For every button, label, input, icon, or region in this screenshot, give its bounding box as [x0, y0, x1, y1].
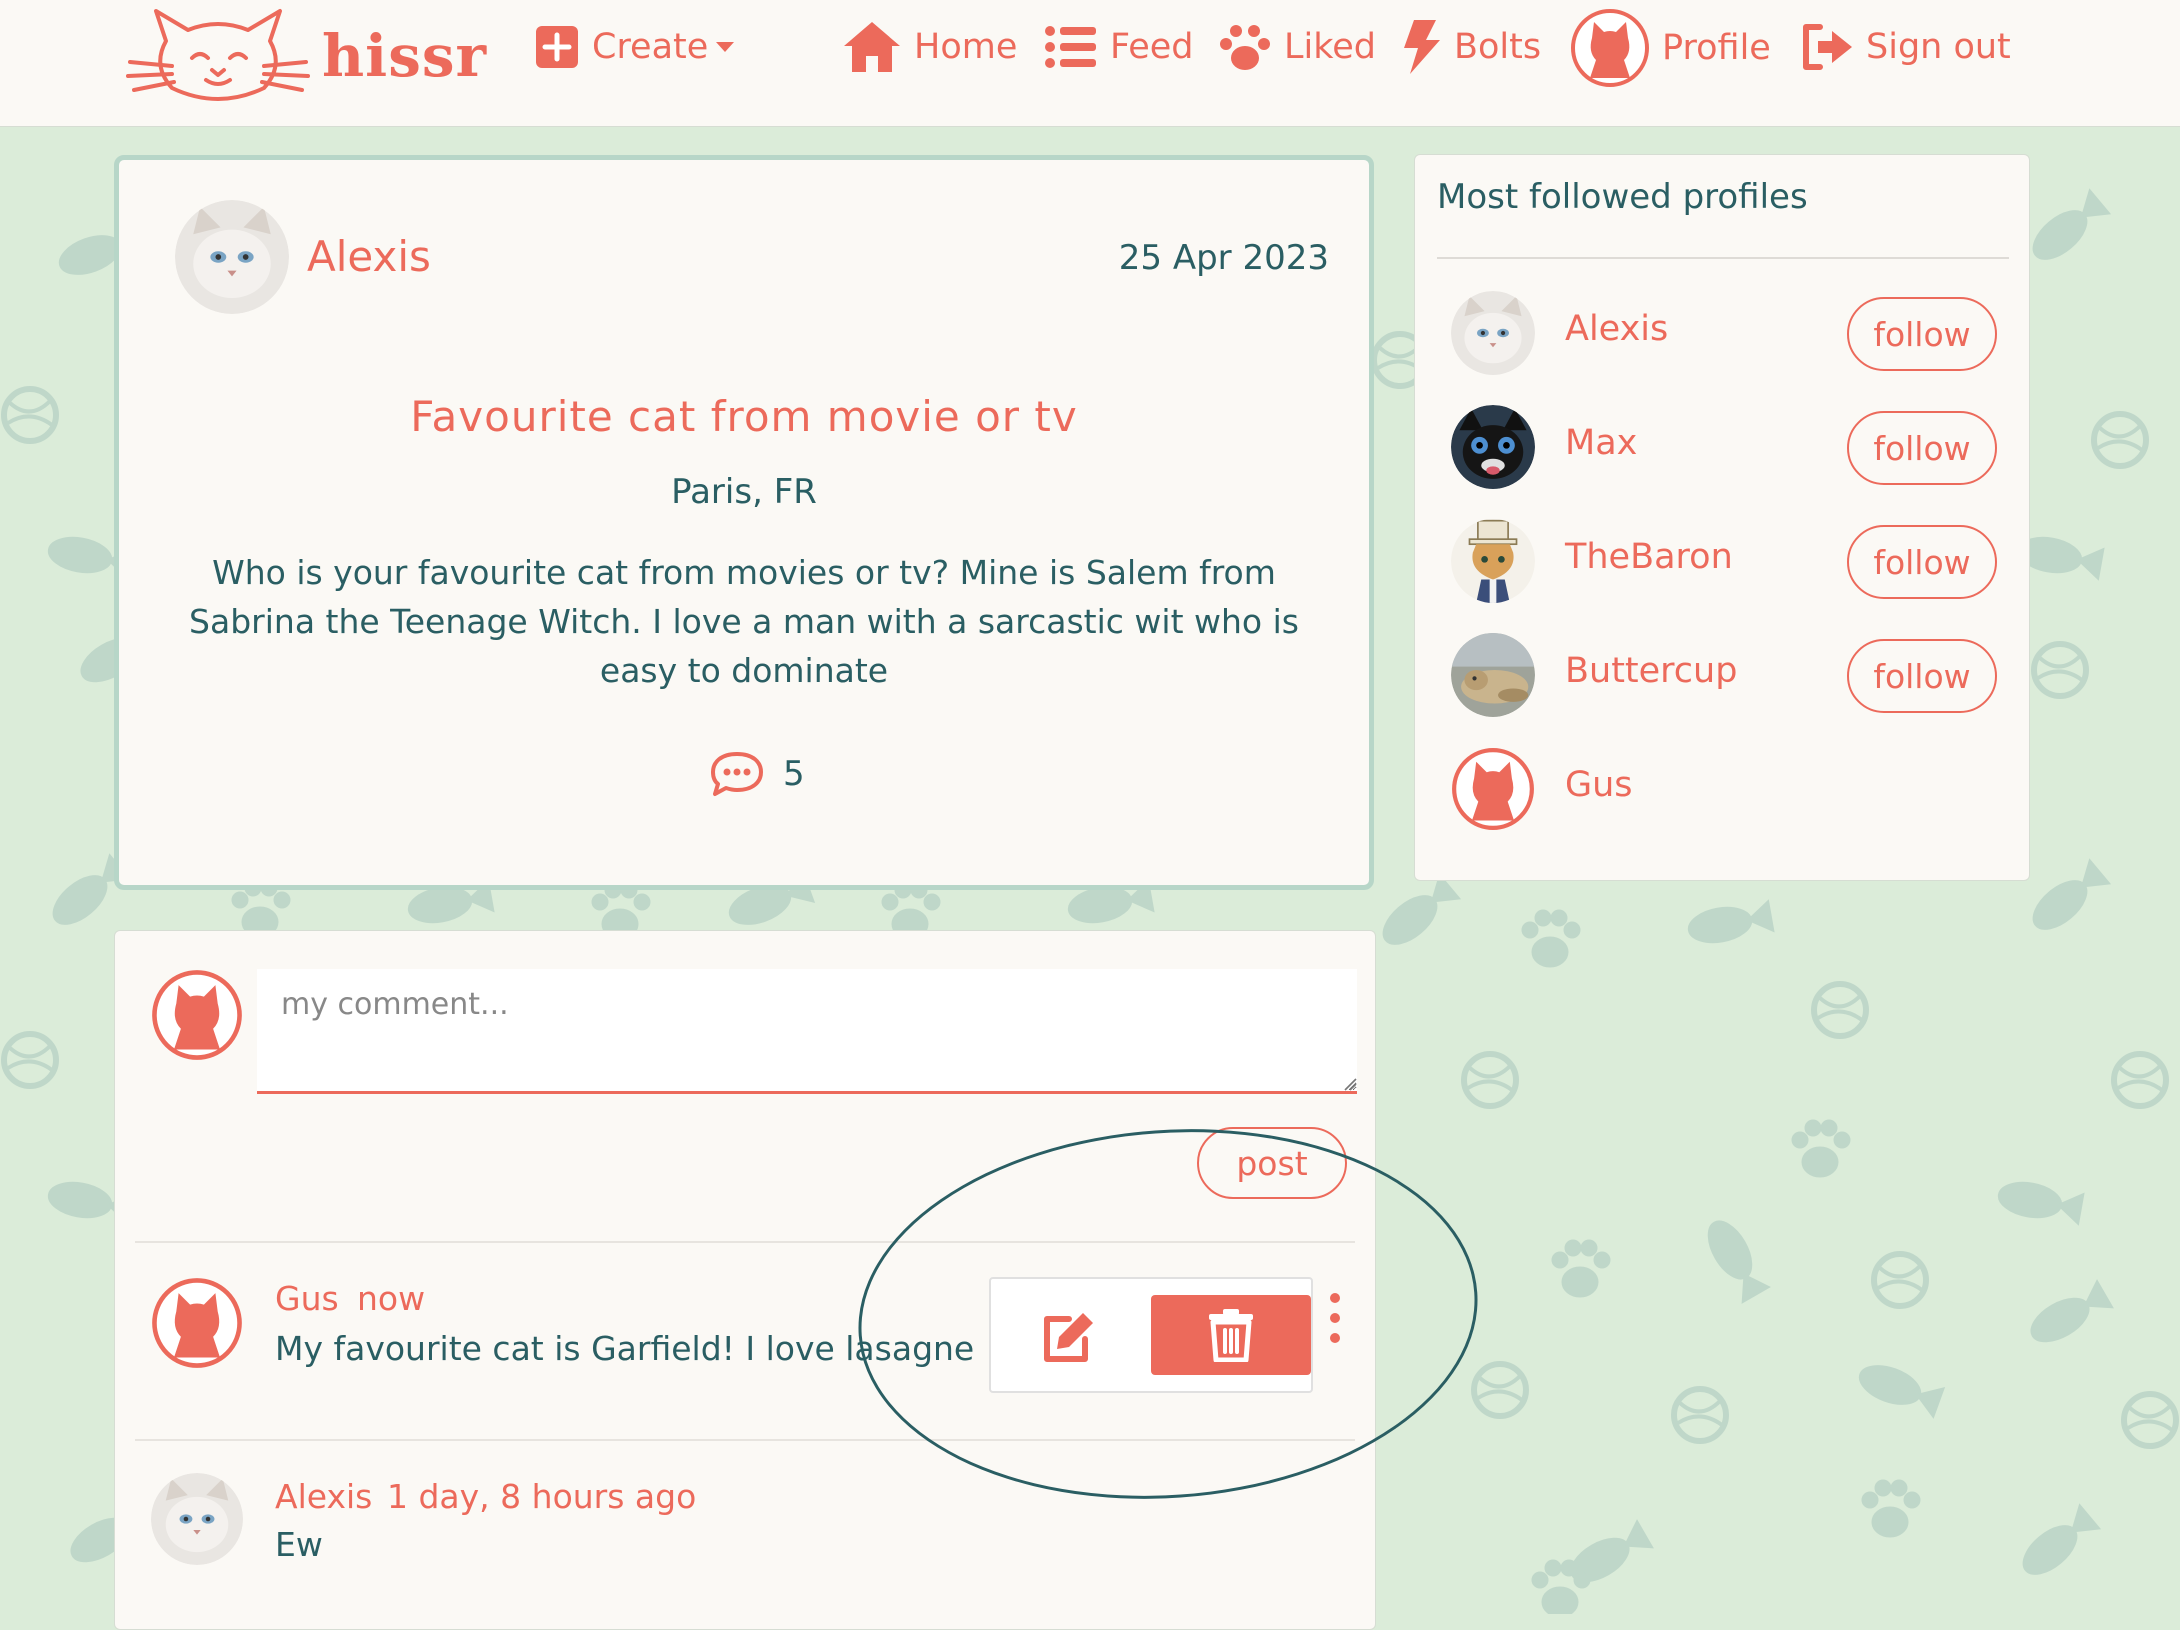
profile-avatar-thebaron[interactable]: [1451, 519, 1535, 603]
post-card: Alexis 25 Apr 2023 Favourite cat from mo…: [114, 155, 1374, 890]
follow-button-alexis[interactable]: follow: [1847, 297, 1997, 371]
nav-feed[interactable]: Feed: [1044, 18, 1194, 76]
comment-actions-menu: [989, 1277, 1313, 1393]
nav-liked[interactable]: Liked: [1218, 18, 1376, 76]
brand-name: hissr: [322, 22, 488, 90]
post-comment-button[interactable]: post: [1197, 1127, 1347, 1199]
profile-name-thebaron[interactable]: TheBaron: [1565, 537, 1733, 577]
trash-icon: [1209, 1309, 1253, 1362]
speech-bubble-icon: [711, 752, 763, 796]
follow-button-max[interactable]: follow: [1847, 411, 1997, 485]
divider: [1437, 257, 2009, 259]
nav-home-label: Home: [914, 27, 1018, 67]
nav-profile[interactable]: Profile: [1570, 8, 1771, 88]
nav-sign-out[interactable]: Sign out: [1800, 18, 2011, 76]
white-cat-avatar-icon: [1451, 291, 1535, 375]
post-body: Who is your favourite cat from movies or…: [189, 553, 1299, 690]
cat-in-top-hat-avatar-icon: [1451, 519, 1535, 603]
comment-timestamp: now: [357, 1279, 426, 1318]
edit-icon: [1044, 1313, 1093, 1362]
post-owner-avatar[interactable]: [175, 200, 289, 314]
white-cat-avatar-icon: [175, 200, 289, 314]
post-date: 25 Apr 2023: [1118, 238, 1329, 278]
post-location: Paris, FR: [671, 472, 817, 512]
sidebar-title: Most followed profiles: [1437, 177, 1808, 217]
comment-form-avatar: [151, 969, 243, 1061]
chevron-down-icon: [716, 42, 735, 52]
black-dog-avatar-icon: [1451, 405, 1535, 489]
comments-card: post Gus now My favourite cat is Garfiel…: [114, 930, 1376, 1630]
post-owner-name[interactable]: Alexis: [307, 232, 431, 281]
nav-bolts[interactable]: Bolts: [1400, 18, 1541, 76]
profile-avatar-max[interactable]: [1451, 405, 1535, 489]
comment-input[interactable]: [257, 969, 1357, 1094]
nav-sign-out-label: Sign out: [1866, 27, 2011, 67]
list-icon: [1045, 26, 1096, 68]
brand-logo[interactable]: hissr: [126, 6, 487, 106]
follow-button-buttercup[interactable]: follow: [1847, 639, 1997, 713]
plus-square-icon: [536, 26, 578, 68]
comment-avatar-alexis[interactable]: [151, 1473, 243, 1565]
profile-avatar-gus[interactable]: [1451, 747, 1535, 831]
comment-text: Ew: [275, 1525, 323, 1564]
comment-text: My favourite cat is Garfield! I love las…: [275, 1329, 975, 1368]
nav-liked-label: Liked: [1284, 27, 1376, 67]
paw-icon: [1220, 25, 1270, 70]
nav-create-label: Create: [592, 27, 709, 67]
comment-author[interactable]: Alexis: [275, 1477, 372, 1516]
comment-author[interactable]: Gus: [275, 1279, 339, 1318]
profile-name-gus[interactable]: Gus: [1565, 765, 1633, 805]
house-icon: [844, 22, 900, 72]
sign-out-icon: [1803, 24, 1852, 70]
white-cat-avatar-icon: [151, 1473, 243, 1565]
nav-home[interactable]: Home: [842, 18, 1017, 76]
divider: [135, 1241, 1355, 1243]
profile-avatar-alexis[interactable]: [1451, 291, 1535, 375]
nav-bolts-label: Bolts: [1454, 27, 1542, 67]
comment-timestamp: 1 day, 8 hours ago: [387, 1477, 697, 1516]
delete-comment-button[interactable]: [1151, 1295, 1311, 1375]
follow-button-thebaron[interactable]: follow: [1847, 525, 1997, 599]
post-title: Favourite cat from movie or tv: [410, 392, 1078, 441]
lion-cub-avatar-icon: [1451, 633, 1535, 717]
nav-feed-label: Feed: [1110, 27, 1194, 67]
bolt-icon: [1404, 20, 1440, 74]
kebab-icon[interactable]: [1325, 1293, 1345, 1353]
profile-name-buttercup[interactable]: Buttercup: [1565, 651, 1737, 691]
edit-comment-button[interactable]: [1031, 1305, 1105, 1369]
profile-name-alexis[interactable]: Alexis: [1565, 309, 1668, 349]
cat-avatar-icon: [152, 1278, 242, 1368]
comment-avatar-gus[interactable]: [151, 1277, 243, 1369]
cat-avatar-icon: [1571, 9, 1649, 87]
cat-avatar-icon: [1452, 748, 1534, 830]
navbar: hissr Create Home Feed Liked Bolts Profi…: [0, 0, 2180, 127]
most-followed-profiles: Most followed profiles Alexis follow Max…: [1414, 154, 2030, 881]
cat-logo-icon: [126, 9, 310, 101]
profile-avatar-buttercup[interactable]: [1451, 633, 1535, 717]
nav-create-dropdown[interactable]: Create: [534, 18, 735, 76]
post-comments-count[interactable]: 5: [709, 750, 805, 798]
cat-avatar-icon: [152, 970, 242, 1060]
resize-handle-icon[interactable]: [1343, 1077, 1357, 1091]
divider: [135, 1439, 1355, 1441]
comments-count: 5: [783, 754, 805, 794]
profile-name-max[interactable]: Max: [1565, 423, 1637, 463]
nav-profile-label: Profile: [1662, 28, 1771, 68]
